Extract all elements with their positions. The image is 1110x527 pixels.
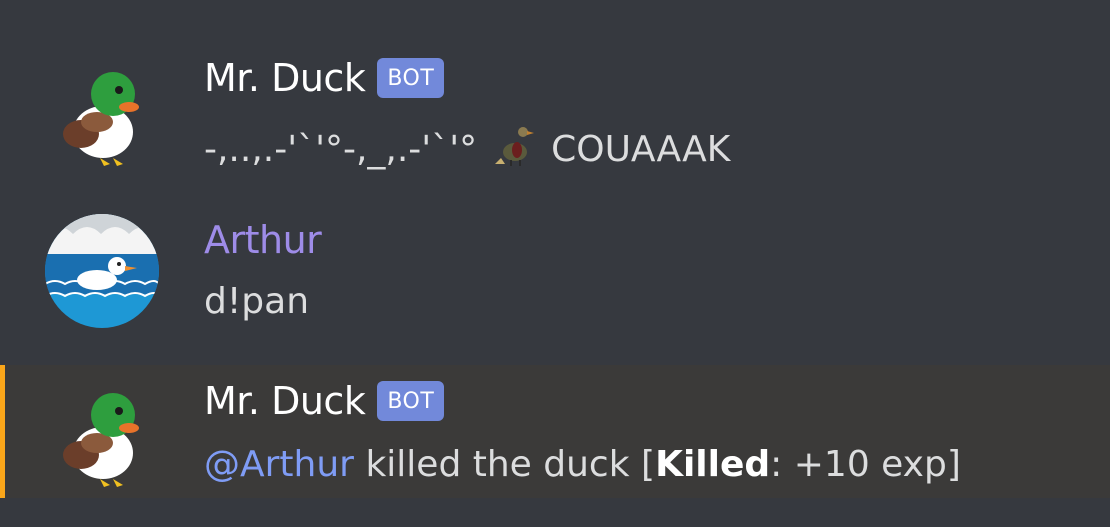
message-content: d!pan — [204, 280, 309, 324]
message-header: Mr. Duck BOT — [204, 56, 445, 100]
duck-bot-avatar-icon — [63, 393, 139, 487]
message-text — [354, 443, 365, 487]
message-item-highlighted: Mr. Duck BOT @Arthur killed the duck [ K… — [0, 365, 1110, 498]
avatar[interactable] — [45, 214, 159, 328]
duck-bot-avatar-icon — [63, 72, 139, 166]
message-item: Mr. Duck BOT -,..,.-'`'°-,_,.-'`'° COUAA… — [0, 50, 1110, 180]
bot-tag: BOT — [377, 58, 445, 98]
message-item: Arthur d!pan — [0, 210, 1110, 340]
bold-text: Killed — [655, 444, 771, 485]
message-text: : +10 exp] — [770, 444, 961, 485]
message-header: Mr. Duck BOT — [204, 379, 445, 423]
chat-messages: Mr. Duck BOT -,..,.-'`'°-,_,.-'`'° COUAA… — [0, 0, 1110, 527]
message-text: COUAAAK — [551, 128, 731, 170]
bot-tag: BOT — [377, 381, 445, 421]
username[interactable]: Arthur — [204, 218, 322, 262]
swimming-duck-avatar-icon — [45, 214, 159, 328]
username[interactable]: Mr. Duck — [204, 56, 366, 100]
message-text: d!pan — [204, 281, 310, 322]
message-content: -,..,.-'`'°-,_,.-'`'° COUAAAK — [204, 122, 730, 177]
message-text: killed the duck [ — [365, 444, 656, 485]
message-text: -,..,.-'`'°-,_,.-'`'° — [204, 128, 478, 170]
avatar[interactable] — [45, 383, 159, 497]
username[interactable]: Mr. Duck — [204, 379, 366, 423]
user-mention[interactable]: @Arthur — [204, 443, 354, 487]
message-content: @Arthur killed the duck [ Killed : +10 e… — [204, 443, 961, 487]
avatar[interactable] — [45, 62, 159, 176]
mention-bar — [0, 365, 5, 498]
hunting-duck-icon — [495, 122, 535, 177]
message-header: Arthur — [204, 218, 322, 262]
